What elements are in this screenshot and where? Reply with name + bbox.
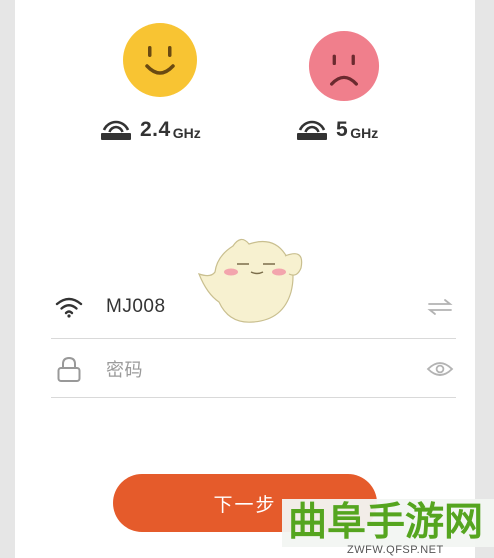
password-placeholder: 密码 bbox=[106, 360, 143, 381]
band-value: 2.4 bbox=[140, 118, 171, 141]
watermark-title: 曲阜手游网 bbox=[288, 500, 484, 545]
password-field[interactable]: 密码 bbox=[51, 341, 457, 397]
router-icon bbox=[297, 120, 327, 140]
wifi-ssid: MJ008 bbox=[106, 296, 166, 317]
happy-face-icon[interactable] bbox=[122, 22, 198, 98]
band-2-4ghz[interactable]: 2.4 GHz bbox=[100, 116, 201, 144]
band-unit: GHz bbox=[172, 125, 201, 141]
band-value: 5 bbox=[336, 118, 349, 141]
sad-face-icon[interactable] bbox=[306, 30, 382, 102]
eye-icon[interactable] bbox=[425, 357, 455, 381]
wifi-icon bbox=[51, 293, 87, 321]
wifi-row[interactable]: MJ008 bbox=[51, 279, 457, 335]
band-5ghz[interactable]: 5 GHz bbox=[296, 116, 378, 144]
divider bbox=[51, 397, 456, 398]
lock-icon bbox=[51, 355, 87, 383]
phone-screen: 2.4 GHz 5 GHz MJ008 密码 下一步 bbox=[15, 0, 475, 558]
switch-network-icon[interactable] bbox=[425, 295, 455, 319]
router-icon bbox=[101, 120, 131, 140]
divider bbox=[51, 338, 456, 339]
band-unit: GHz bbox=[350, 125, 379, 141]
watermark-url: ZWFW.QFSP.NET bbox=[347, 544, 444, 556]
